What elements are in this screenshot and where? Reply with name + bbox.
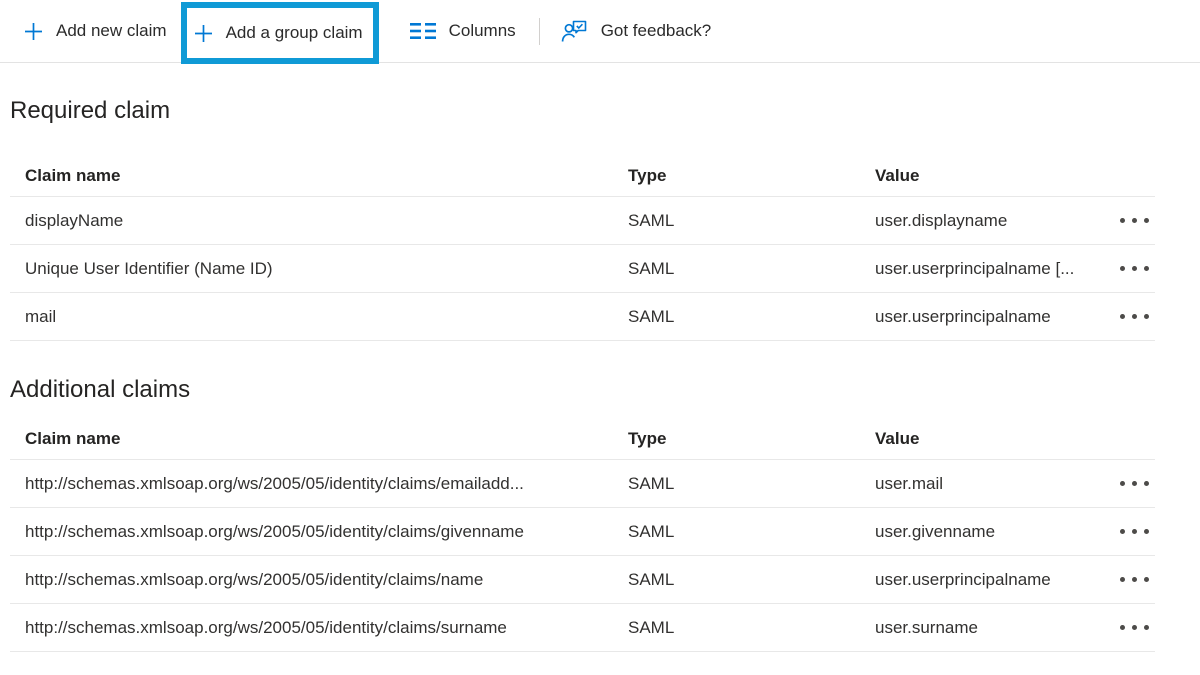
table-header-row: Claim name Type Value xyxy=(10,155,1155,197)
add-new-claim-label: Add new claim xyxy=(56,21,167,41)
value-cell: user.mail xyxy=(875,474,1103,494)
table-row[interactable]: http://schemas.xmlsoap.org/ws/2005/05/id… xyxy=(10,556,1155,604)
more-options-button[interactable] xyxy=(1103,604,1155,651)
add-group-claim-button[interactable]: Add a group claim xyxy=(194,23,363,43)
add-new-claim-button[interactable]: Add new claim xyxy=(24,21,167,41)
table-row[interactable]: displayName SAML user.displayname xyxy=(10,197,1155,245)
value-cell: user.displayname xyxy=(875,211,1103,231)
claim-name-cell: displayName xyxy=(10,211,628,231)
required-claims-table: Claim name Type Value displayName SAML u… xyxy=(10,155,1155,341)
more-options-button[interactable] xyxy=(1103,556,1155,603)
table-row[interactable]: http://schemas.xmlsoap.org/ws/2005/05/id… xyxy=(10,604,1155,652)
column-header-value: Value xyxy=(875,166,1103,186)
column-header-claim-name: Claim name xyxy=(10,429,628,449)
type-cell: SAML xyxy=(628,522,875,542)
got-feedback-label: Got feedback? xyxy=(601,21,712,41)
more-options-button[interactable] xyxy=(1103,245,1155,292)
got-feedback-button[interactable]: Got feedback? xyxy=(561,19,712,44)
value-cell: user.userprincipalname xyxy=(875,570,1103,590)
claim-name-cell: http://schemas.xmlsoap.org/ws/2005/05/id… xyxy=(10,570,628,590)
commands-toolbar: Add new claim Add a group claim Columns xyxy=(0,0,1200,63)
type-cell: SAML xyxy=(628,474,875,494)
highlight-box: Add a group claim xyxy=(181,2,379,64)
table-row[interactable]: mail SAML user.userprincipalname xyxy=(10,293,1155,341)
value-cell: user.givenname xyxy=(875,522,1103,542)
type-cell: SAML xyxy=(628,618,875,638)
more-options-button[interactable] xyxy=(1103,197,1155,244)
more-options-button[interactable] xyxy=(1103,293,1155,340)
value-cell: user.userprincipalname xyxy=(875,307,1103,327)
plus-icon xyxy=(194,24,213,43)
column-header-value: Value xyxy=(875,429,1103,449)
claim-name-cell: mail xyxy=(10,307,628,327)
claim-name-cell: http://schemas.xmlsoap.org/ws/2005/05/id… xyxy=(10,522,628,542)
additional-claims-title: Additional claims xyxy=(10,376,1200,404)
table-header-row: Claim name Type Value xyxy=(10,418,1155,460)
table-row[interactable]: http://schemas.xmlsoap.org/ws/2005/05/id… xyxy=(10,460,1155,508)
required-claim-title: Required claim xyxy=(10,97,1200,125)
claim-name-cell: http://schemas.xmlsoap.org/ws/2005/05/id… xyxy=(10,618,628,638)
type-cell: SAML xyxy=(628,259,875,279)
type-cell: SAML xyxy=(628,307,875,327)
columns-icon xyxy=(410,22,436,40)
type-cell: SAML xyxy=(628,570,875,590)
more-options-button[interactable] xyxy=(1103,508,1155,555)
more-options-button[interactable] xyxy=(1103,460,1155,507)
claim-name-cell: Unique User Identifier (Name ID) xyxy=(10,259,628,279)
feedback-icon xyxy=(561,19,588,44)
value-cell: user.surname xyxy=(875,618,1103,638)
columns-label: Columns xyxy=(449,21,516,41)
additional-claims-table: Claim name Type Value http://schemas.xml… xyxy=(10,418,1155,652)
toolbar-divider xyxy=(539,18,540,45)
table-row[interactable]: http://schemas.xmlsoap.org/ws/2005/05/id… xyxy=(10,508,1155,556)
plus-icon xyxy=(24,22,43,41)
claim-name-cell: http://schemas.xmlsoap.org/ws/2005/05/id… xyxy=(10,474,628,494)
columns-button[interactable]: Columns xyxy=(410,21,516,41)
add-group-claim-label: Add a group claim xyxy=(226,23,363,43)
type-cell: SAML xyxy=(628,211,875,231)
column-header-type: Type xyxy=(628,429,875,449)
value-cell: user.userprincipalname [... xyxy=(875,259,1103,279)
table-row[interactable]: Unique User Identifier (Name ID) SAML us… xyxy=(10,245,1155,293)
column-header-claim-name: Claim name xyxy=(10,166,628,186)
column-header-type: Type xyxy=(628,166,875,186)
